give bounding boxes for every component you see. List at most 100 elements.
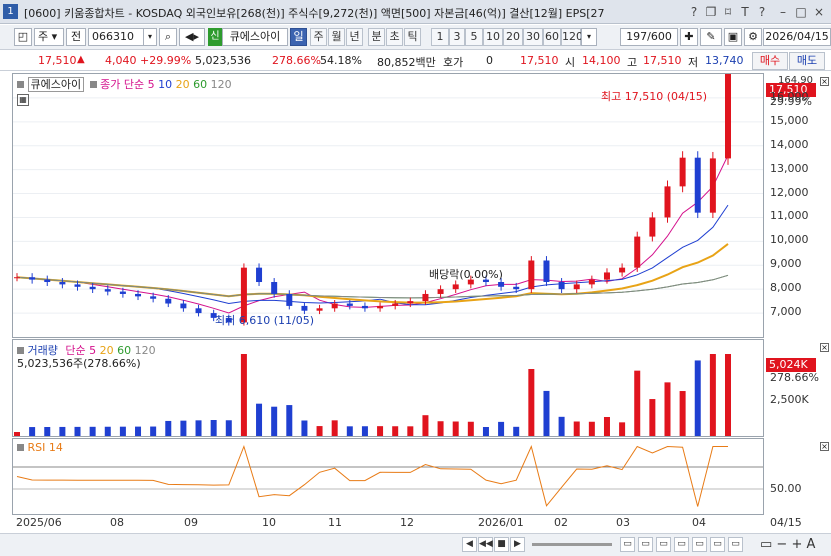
pane-close-icon[interactable]: × [820,77,829,86]
volume-chart-pane[interactable]: 거래량 단순 5 20 60 120 5,023,536주(278.66%) [12,339,764,437]
minimize-icon[interactable]: – [775,4,791,20]
save-icon[interactable]: ▣ [724,28,742,46]
period-tab-3[interactable]: 년 [346,28,363,46]
interval-3[interactable]: 3 [449,28,465,46]
draw-tool-icon[interactable]: ✎ [700,28,722,46]
font-size-icon[interactable]: T [737,4,753,20]
copy-icon[interactable]: ❐ [703,4,719,20]
scroll-forward-icon[interactable]: ▶ [510,537,525,552]
maximize-icon[interactable]: □ [793,4,809,20]
volume-bar [603,417,610,436]
volume-last-pct: 278.66% [770,371,819,384]
volume-bar [498,421,505,436]
stop-icon[interactable]: ■ [494,537,509,552]
period-tab-5[interactable]: 초 [386,28,403,46]
search-icon[interactable]: ⌕ [159,28,177,46]
tool-7-icon[interactable]: ▭ [728,537,743,552]
volume-bar [225,420,232,436]
volume-bar [407,426,414,436]
period-tab-4[interactable]: 분 [368,28,385,46]
volume-bar [271,406,278,436]
interval-20[interactable]: 20 [503,28,523,46]
zoom-icon[interactable]: ✚ [680,28,698,46]
interval-dropdown-icon[interactable]: ▾ [581,28,597,46]
low-price: 13,740 [705,54,744,67]
data-count-field[interactable]: 197/600 [620,28,678,46]
candle-body [679,157,686,187]
ma-period-10: 10 [158,78,173,91]
help-icon[interactable]: ? [686,4,702,20]
tool-4-icon[interactable]: ▭ [674,537,689,552]
tool-5-icon[interactable]: ▭ [692,537,707,552]
volume-bar [14,432,20,436]
period-tab-0[interactable]: 일 [290,28,307,46]
rsi-chart-pane[interactable]: RSI 14 [12,438,764,515]
volume-bar [256,403,263,436]
interval-1[interactable]: 1 [431,28,449,46]
high-annotation: 최고 17,510 (04/15) [601,90,708,103]
date-field[interactable]: 2026/04/15 [763,28,831,46]
period-tab-6[interactable]: 틱 [404,28,421,46]
price-chart-pane[interactable]: 큐에스아이 종가 단순 5 10 20 60 120 ▦ 최고 17,510 (… [12,53,764,338]
tool-6-icon[interactable]: ▭ [710,537,725,552]
stock-name-field[interactable]: 큐에스아이 [222,28,288,46]
candle-body [195,308,202,314]
interval-10[interactable]: 10 [483,28,503,46]
pin-icon[interactable]: ⌑ [720,4,736,20]
chart-menu-icon[interactable]: ◰ [14,28,32,46]
scroll-back-icon[interactable]: ◀◀ [478,537,493,552]
view-toggle[interactable]: 전 [66,28,86,46]
volume-close-icon[interactable]: × [820,343,829,352]
volume-bar [649,399,656,436]
info-icon[interactable]: ? [754,4,770,20]
x-axis-label: 11 [328,516,342,529]
zoom-slider[interactable] [532,543,612,546]
x-axis-label: 2026/01 [478,516,524,529]
candle-body [709,158,716,213]
candle-body [316,308,323,311]
period-type-select[interactable]: 주 ▾ [34,28,64,46]
candle-body [180,303,187,309]
volume-bar [709,354,716,436]
interval-60[interactable]: 60 [543,28,561,46]
buy-button[interactable]: 매수 [752,52,788,70]
price-y-label: 12,000 [770,185,809,199]
candle-body [392,303,399,306]
tool-2-icon[interactable]: ▭ [638,537,653,552]
volume-bar [44,427,51,436]
volume-bar [210,420,217,436]
chevron-down-icon[interactable]: ▾ [143,28,157,46]
price-y-label: 9,000 [770,257,802,271]
close-icon[interactable]: × [811,4,827,20]
ma-period-20: 20 [175,78,190,91]
interval-30[interactable]: 30 [523,28,543,46]
tool-1-icon[interactable]: ▭ [620,537,635,552]
volume-bar [694,360,701,436]
volume-current: 5,023,536주(278.66%) [17,357,141,370]
open-label: 시 [565,56,576,69]
period-type-value: 주 [38,30,49,43]
period-tab-1[interactable]: 주 [310,28,327,46]
volume-bar [543,390,550,436]
volume-bar [634,370,641,436]
candle-body [588,279,595,285]
interval-120[interactable]: 120 [561,28,583,46]
grid-icon[interactable]: ▦ [17,94,29,106]
scroll-start-icon[interactable]: ◀ [462,537,477,552]
volume-bar [679,391,686,436]
interval-5[interactable]: 5 [465,28,483,46]
candle-body [725,61,731,159]
sell-button[interactable]: 매도 [789,52,825,70]
x-axis-label: 12 [400,516,414,529]
sound-icon[interactable]: ◀▸ [179,28,205,46]
candle-body [498,282,505,287]
zoom-controls[interactable]: ▭ − + A [760,537,815,552]
rsi-close-icon[interactable]: × [820,442,829,451]
tool-3-icon[interactable]: ▭ [656,537,671,552]
price-chart-svg [13,53,763,326]
gear-icon[interactable]: ⚙ [744,28,762,46]
candle-body [256,267,263,283]
candle-body [694,157,701,213]
volume-bar [316,426,323,436]
period-tab-2[interactable]: 월 [328,28,345,46]
